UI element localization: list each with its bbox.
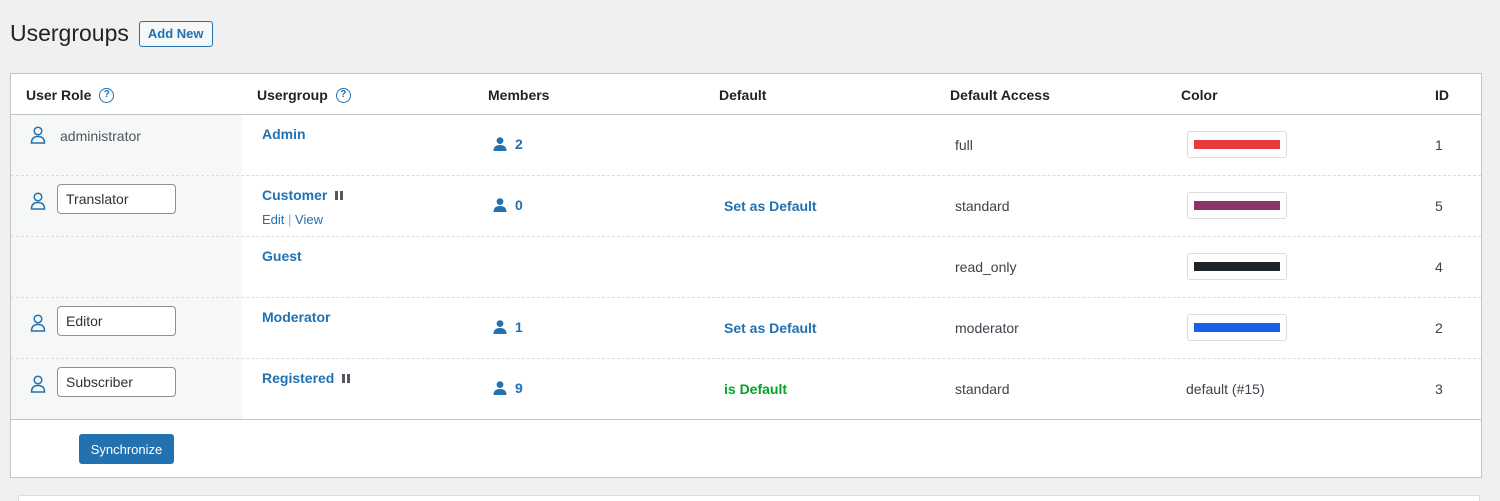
members-link[interactable]: 9: [493, 380, 523, 396]
edit-link[interactable]: Edit: [262, 212, 284, 227]
set-as-default-link[interactable]: Set as Default: [724, 198, 817, 214]
help-circle-icon[interactable]: ?: [99, 87, 115, 103]
members-count[interactable]: 9: [515, 380, 523, 396]
color-picker[interactable]: [1187, 253, 1287, 280]
col-usergroup: Usergroup ?: [257, 87, 351, 103]
table-row: Registered 9 is Default standard default…: [11, 359, 1481, 420]
page-header: Usergroups Add New: [10, 20, 213, 47]
row-actions-separator: |: [288, 212, 292, 227]
default-access: standard: [955, 381, 1010, 397]
col-default: Default: [719, 87, 767, 103]
group-name[interactable]: Customer: [262, 187, 327, 203]
table-header: User Role ? Usergroup ? Members Default …: [11, 74, 1481, 115]
next-panel-edge: [18, 495, 1480, 501]
default-access: standard: [955, 198, 1010, 214]
members-count[interactable]: 2: [515, 136, 523, 152]
col-user-role-label: User Role: [26, 87, 92, 103]
user-solid-icon: [493, 198, 507, 212]
role-cell: [11, 298, 242, 358]
user-solid-icon: [493, 320, 507, 334]
user-solid-icon: [493, 137, 507, 151]
help-circle-icon[interactable]: ?: [335, 87, 351, 103]
set-as-default-link[interactable]: Set as Default: [724, 320, 817, 336]
pause-icon: [342, 373, 351, 383]
user-outline-icon: [30, 126, 46, 144]
col-usergroup-label: Usergroup: [257, 87, 328, 103]
col-default-access: Default Access: [950, 87, 1050, 103]
role-cell: [11, 359, 242, 419]
synchronize-button[interactable]: Synchronize: [79, 434, 174, 464]
role-cell: administrator: [11, 115, 242, 175]
is-default-status: is Default: [724, 381, 788, 397]
pause-icon: [335, 190, 344, 200]
table-row: Guest read_only 4: [11, 237, 1481, 298]
group-id: 5: [1435, 198, 1443, 214]
group-id: 4: [1435, 259, 1443, 275]
color-swatch: [1194, 201, 1280, 210]
group-id: 2: [1435, 320, 1443, 336]
default-access: moderator: [955, 320, 1019, 336]
group-name[interactable]: Registered: [262, 370, 334, 386]
table-row: Moderator 1 Set as Default moderator 2: [11, 298, 1481, 359]
user-outline-icon: [30, 192, 46, 210]
role-cell: [11, 237, 242, 297]
col-id: ID: [1435, 87, 1449, 103]
color-swatch: [1194, 140, 1280, 149]
role-name-input[interactable]: [57, 306, 176, 336]
col-color: Color: [1181, 87, 1218, 103]
col-user-role: User Role ?: [26, 87, 115, 103]
default-access: read_only: [955, 259, 1017, 275]
role-cell: [11, 176, 242, 236]
user-solid-icon: [493, 381, 507, 395]
members-link[interactable]: 0: [493, 197, 523, 213]
role-name-input[interactable]: [57, 367, 176, 397]
view-link[interactable]: View: [295, 212, 323, 227]
group-name-link[interactable]: Moderator: [262, 309, 330, 325]
members-count[interactable]: 0: [515, 197, 523, 213]
row-actions: Edit | View: [262, 212, 323, 227]
color-picker[interactable]: [1187, 314, 1287, 341]
page-title: Usergroups: [10, 20, 129, 46]
default-access: full: [955, 137, 973, 153]
group-name-link[interactable]: Admin: [262, 126, 306, 142]
group-name[interactable]: Admin: [262, 126, 306, 142]
color-default-text: default (#15): [1186, 381, 1265, 397]
color-picker[interactable]: [1187, 192, 1287, 219]
table-row: Customer Edit | View 0 Set as Default st…: [11, 176, 1481, 237]
table-row: administrator Admin 2 full 1: [11, 115, 1481, 176]
group-name-link[interactable]: Customer: [262, 187, 344, 203]
members-count[interactable]: 1: [515, 319, 523, 335]
group-name[interactable]: Guest: [262, 248, 302, 264]
color-picker[interactable]: [1187, 131, 1287, 158]
group-name[interactable]: Moderator: [262, 309, 330, 325]
role-name: administrator: [60, 128, 141, 144]
user-outline-icon: [30, 314, 46, 332]
color-swatch: [1194, 323, 1280, 332]
col-members: Members: [488, 87, 550, 103]
user-outline-icon: [30, 375, 46, 393]
role-name-input[interactable]: [57, 184, 176, 214]
usergroups-table: User Role ? Usergroup ? Members Default …: [10, 73, 1482, 478]
members-link[interactable]: 2: [493, 136, 523, 152]
group-name-link[interactable]: Registered: [262, 370, 351, 386]
group-id: 3: [1435, 381, 1443, 397]
group-name-link[interactable]: Guest: [262, 248, 302, 264]
group-id: 1: [1435, 137, 1443, 153]
color-swatch: [1194, 262, 1280, 271]
add-new-button[interactable]: Add New: [138, 20, 213, 47]
members-link[interactable]: 1: [493, 319, 523, 335]
